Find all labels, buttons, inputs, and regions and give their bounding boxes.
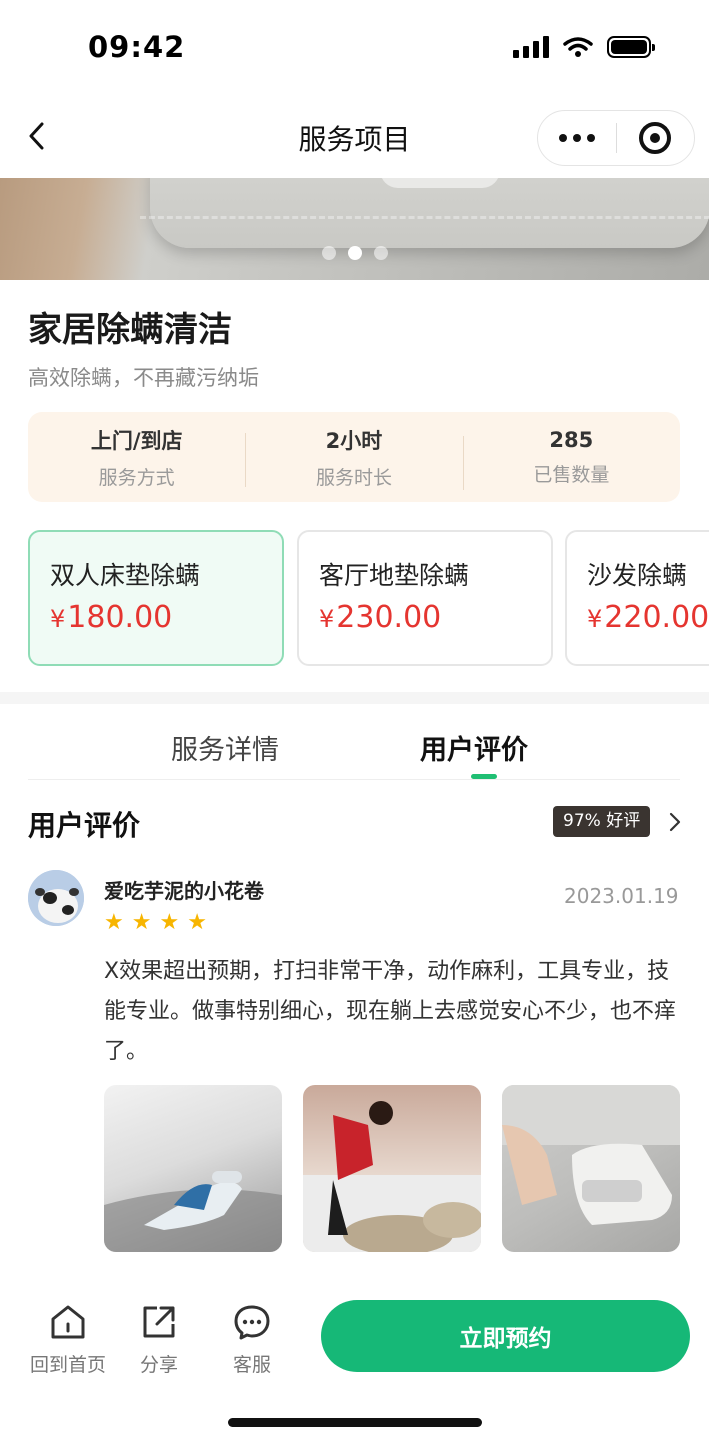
carousel-dot[interactable] — [321, 246, 336, 260]
section-divider — [0, 692, 709, 704]
more-button[interactable] — [538, 110, 616, 166]
tab-service-details[interactable]: 服务详情 — [171, 728, 279, 767]
carousel-dots — [0, 246, 709, 260]
home-label: 回到首页 — [29, 1354, 106, 1376]
star-icon: ★ — [187, 910, 207, 935]
product-subtitle: 高效除螨，不再藏污纳垢 — [28, 366, 259, 390]
home-button[interactable]: 回到首页 — [23, 1302, 113, 1377]
customer-service-button[interactable]: 客服 — [207, 1302, 297, 1377]
info-label: 服务方式 — [98, 466, 175, 489]
info-value: 上门/到店 — [90, 428, 183, 453]
review-photo[interactable] — [502, 1085, 680, 1252]
reviewer-name: 爱吃芋泥的小花卷 — [104, 879, 264, 903]
status-time: 09:42 — [88, 30, 186, 64]
avatar-image — [28, 870, 84, 926]
battery-icon — [607, 36, 655, 58]
option-name: 双人床垫除螨 — [50, 561, 201, 590]
review-stars: ★ ★ ★ ★ — [104, 910, 207, 935]
bottom-action-bar: 回到首页 分享 客服 立即预约 — [0, 1280, 709, 1441]
status-bar: 09:42 — [0, 0, 709, 96]
customer-service-icon — [234, 1305, 270, 1340]
home-indicator — [228, 1418, 482, 1427]
review-photo[interactable] — [303, 1085, 481, 1252]
worker-cleaning-mattress-photo — [303, 1101, 481, 1252]
banner-device-image — [380, 178, 500, 188]
share-button[interactable]: 分享 — [114, 1302, 204, 1377]
banner-sofa-image — [150, 178, 709, 248]
option-card[interactable]: 沙发除螨 ¥220.00 — [565, 530, 709, 666]
nav-bar: 服务项目 — [0, 96, 709, 178]
carousel-dot[interactable] — [373, 246, 388, 260]
info-value: 285 — [549, 427, 594, 452]
carousel-dot-active[interactable] — [347, 246, 362, 260]
banner-carousel[interactable] — [0, 178, 709, 280]
star-icon: ★ — [159, 910, 180, 935]
info-label: 服务时长 — [315, 466, 392, 489]
share-label: 分享 — [139, 1354, 178, 1376]
option-card[interactable]: 客厅地垫除螨 ¥230.00 — [297, 530, 553, 666]
customer-service-label: 客服 — [232, 1354, 271, 1376]
status-icons — [513, 36, 655, 58]
book-now-button[interactable]: 立即预约 — [321, 1300, 690, 1372]
mite-vacuum-on-bed-photo — [104, 1171, 282, 1252]
reviews-heading: 用户评价 — [28, 809, 141, 842]
info-value: 2小时 — [325, 428, 383, 453]
target-icon — [639, 122, 672, 154]
more-dots-icon — [559, 134, 567, 142]
info-service-duration: 2小时 服务时长 — [245, 425, 462, 490]
avatar[interactable] — [28, 870, 84, 926]
chevron-right-icon[interactable] — [668, 812, 682, 832]
service-info-strip: 上门/到店 服务方式 2小时 服务时长 285 已售数量 — [28, 412, 680, 502]
tab-user-reviews[interactable]: 用户评价 — [420, 728, 528, 767]
option-name: 客厅地垫除螨 — [319, 561, 470, 590]
tabs-divider — [28, 779, 680, 780]
option-price: ¥180.00 — [50, 600, 173, 635]
home-icon — [51, 1305, 85, 1339]
info-sold-count: 285 已售数量 — [462, 427, 680, 490]
hand-holding-mite-vacuum-photo — [502, 1085, 680, 1225]
signal-icon — [513, 36, 549, 58]
tab-bar: 服务详情 用户评价 — [0, 704, 709, 780]
option-price: ¥220.00 — [587, 600, 709, 635]
option-price: ¥230.00 — [319, 600, 442, 635]
option-name: 沙发除螨 — [587, 561, 688, 590]
wifi-icon — [563, 37, 593, 57]
review-text: X效果超出预期，打扫非常干净，动作麻利，工具专业，技能专业。做事特别细心，现在躺… — [104, 959, 677, 1064]
product-title: 家居除螨清洁 — [28, 310, 232, 350]
service-options: 双人床垫除螨 ¥180.00 客厅地垫除螨 ¥230.00 沙发除螨 ¥220.… — [28, 530, 709, 666]
share-icon — [143, 1306, 175, 1338]
info-service-method: 上门/到店 服务方式 — [28, 425, 245, 490]
review-date: 2023.01.19 — [564, 884, 679, 908]
star-icon: ★ — [104, 910, 124, 935]
review-photo[interactable] — [104, 1085, 282, 1252]
info-label: 已售数量 — [533, 463, 610, 486]
option-card-selected[interactable]: 双人床垫除螨 ¥180.00 — [28, 530, 284, 666]
star-icon: ★ — [131, 910, 152, 935]
close-mini-program-button[interactable] — [617, 110, 694, 166]
mini-program-capsule — [537, 110, 695, 166]
review-photos — [104, 1085, 680, 1252]
positive-rate-badge[interactable]: 97% 好评 — [553, 806, 651, 837]
